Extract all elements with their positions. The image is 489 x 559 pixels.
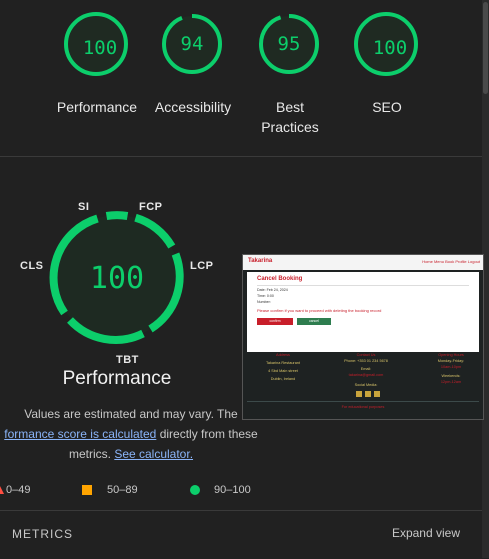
legend-average-label: 50–89 — [107, 484, 138, 496]
gauge-label: Best Practices — [235, 97, 345, 137]
performance-title: Performance — [62, 368, 172, 389]
thumb-footer-col1-title: Address — [276, 353, 290, 357]
thumb-heading: Cancel Booking — [257, 276, 303, 282]
thumb-field-date: Date: Feb 24, 2024 — [257, 288, 288, 292]
thumb-footer-col2-line3: takarina@gmail.com — [348, 373, 384, 377]
pass-circle-icon — [190, 485, 200, 495]
gauge-score: 94 — [180, 33, 204, 55]
thumb-divider — [257, 285, 469, 286]
thumb-footer-col2-line1: Phone: +353 01 234 5678 — [344, 359, 388, 363]
thumb-facebook-icon — [374, 391, 380, 397]
average-square-icon — [82, 485, 92, 495]
expand-view-button[interactable]: Expand view — [392, 526, 460, 540]
metrics-header: METRICS Expand view — [0, 510, 482, 559]
thumb-footer-col3-title: Opening Hours — [438, 353, 464, 357]
thumb-footer-col2-title: Contact Us — [356, 353, 376, 357]
thumb-confirm-label: confirm — [269, 319, 281, 323]
category-gauges: 100 Performance 94 Accessibility 95 Best… — [0, 0, 482, 156]
gauge-label-line-2: Practices — [261, 119, 319, 135]
legend-pass-label: 90–100 — [214, 484, 251, 496]
thumb-logo: Takarina — [248, 258, 273, 264]
thumb-footer-divider — [247, 401, 479, 402]
score-calculation-link[interactable]: formance score is calculated — [4, 427, 156, 441]
see-calculator-link[interactable]: See calculator. — [114, 447, 193, 461]
gauge-label: Performance — [56, 99, 138, 115]
thumb-footer-col3-line4: 12pm-12am — [440, 380, 462, 384]
divider — [0, 156, 482, 157]
score-description: Values are estimated and may vary. The f… — [0, 404, 262, 464]
thumb-instagram-icon — [365, 391, 371, 397]
page-screenshot-thumbnail[interactable]: Takarina Home Menu Book Profile Logout C… — [242, 254, 484, 420]
thumb-footer-col1-line3: Dublin, Ireland — [270, 377, 296, 381]
thumb-footer-bottom: For educational purposes — [341, 405, 385, 409]
metric-tag-tbt: TBT — [116, 354, 139, 366]
thumb-footer-col3-line3: Weekends: — [441, 374, 461, 378]
thumb-footer-col1-line2: 4 Sbd Main street — [268, 369, 298, 373]
desc-text-3: metrics. — [68, 447, 111, 461]
big-gauge-score: 100 — [90, 261, 144, 296]
thumb-cancel-button: cancel — [297, 318, 331, 325]
thumb-twitter-icon — [356, 391, 362, 397]
fail-triangle-icon — [0, 486, 4, 494]
desc-text-1: Values are estimated and may vary. The — [24, 407, 238, 421]
thumb-nav-links: Home Menu Book Profile Logout — [422, 259, 480, 264]
thumb-footer-col3-line2: 10am-10pm — [440, 365, 462, 369]
thumb-footer-col2-line2: Email: — [360, 367, 372, 371]
metric-tag-cls: CLS — [20, 260, 44, 272]
metrics-heading: METRICS — [12, 527, 73, 541]
gauge-score: 100 — [372, 37, 408, 59]
gauge-label: Accessibility — [154, 99, 232, 115]
segment-si — [105, 211, 129, 220]
legend-fail-label: 0–49 — [6, 484, 31, 496]
thumb-card: Cancel Booking Date: Feb 24, 2024 Time: … — [247, 272, 479, 352]
desc-text-2: directly from these — [159, 427, 258, 441]
gauge-label: SEO — [372, 99, 402, 115]
scrollbar-thumb[interactable] — [483, 2, 488, 94]
thumb-field-time: Time: 0:00 — [257, 294, 274, 298]
gauge-ring: 100 — [354, 12, 418, 76]
performance-metric-gauge: 100 — [49, 211, 184, 344]
thumb-confirm-button: confirm — [257, 318, 293, 325]
thumb-footer-col1-line1: Takarina Restaurant — [266, 361, 300, 365]
metric-tag-fcp: FCP — [139, 201, 163, 213]
gauge-score: 95 — [277, 33, 301, 55]
thumb-field-number: Number: — [257, 300, 271, 304]
metric-tag-si: SI — [78, 201, 90, 213]
score-legend: 0–49 50–89 90–100 — [0, 480, 482, 500]
thumb-cancel-label: cancel — [309, 319, 319, 323]
thumb-footer-col2-line4: Social Media: — [354, 383, 378, 387]
thumb-footer-col3-line1: Monday-Friday: — [437, 359, 465, 363]
gauge-ring: 100 — [64, 12, 128, 76]
thumb-navbar: Takarina Home Menu Book Profile Logout — [243, 255, 483, 270]
metric-tag-lcp: LCP — [190, 260, 214, 272]
thumb-message: Please confirm if you want to proceed wi… — [257, 308, 382, 313]
gauge-label-line-1: Best — [275, 99, 304, 115]
gauge-score: 100 — [82, 37, 118, 59]
